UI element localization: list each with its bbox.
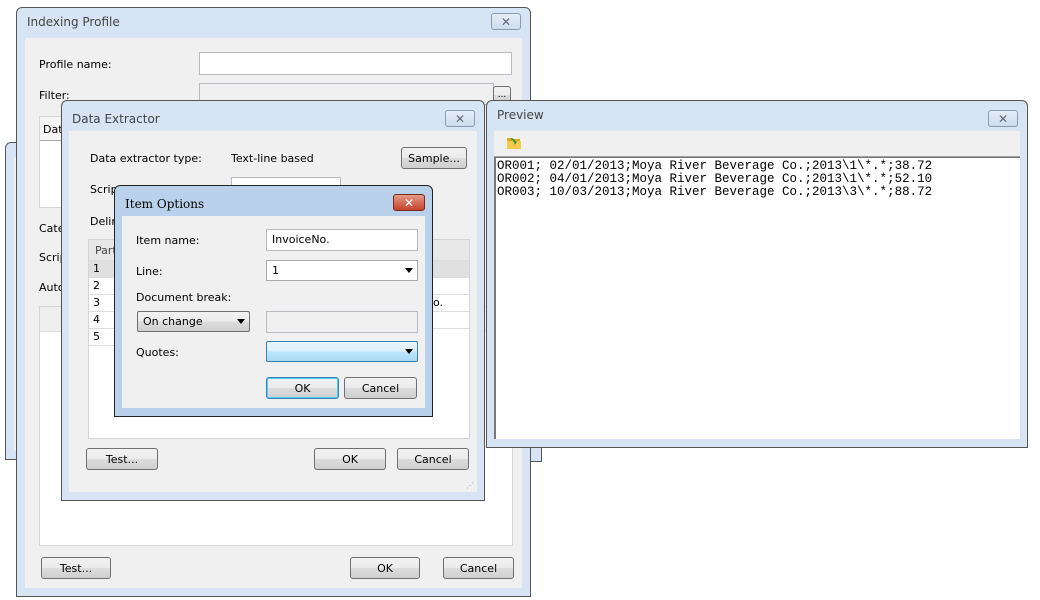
row-number: 2 [93,279,100,292]
line-label: Line: [136,265,163,278]
row-cell-text: o. [432,296,443,309]
profile-name-input[interactable] [199,52,512,75]
data-extractor-title: Data Extractor [72,112,160,126]
chevron-down-icon [237,319,245,324]
row-number: 1 [93,262,100,275]
preview-toolbar [494,131,1020,157]
document-break-value: On change [143,315,203,328]
indexing-ok-button[interactable]: OK [350,557,420,579]
item-options-cancel-button[interactable]: Cancel [344,377,417,399]
item-name-label: Item name: [136,234,200,247]
preview-line: OR003; 10/03/2013;Moya River Beverage Co… [497,185,933,199]
document-break-label: Document break: [136,291,232,304]
preview-text-area[interactable]: OR001; 02/01/2013;Moya River Beverage Co… [494,157,1020,439]
quotes-select[interactable] [266,341,418,362]
item-options-titlebar[interactable]: Item Options ✕ [115,186,432,216]
item-name-input[interactable]: InvoiceNo. [266,229,418,251]
indexing-test-button[interactable]: Test... [41,557,111,579]
document-break-select[interactable]: On change [137,311,250,332]
extractor-ok-button[interactable]: OK [314,448,386,470]
row-number: 5 [93,330,100,343]
close-icon: ✕ [500,14,512,29]
preview-client: OR001; 02/01/2013;Moya River Beverage Co… [494,131,1020,439]
close-icon: ✕ [997,111,1009,126]
close-icon: ✕ [454,111,466,126]
item-options-client: Item name: InvoiceNo. Line: 1 Document b… [122,216,425,408]
data-extractor-titlebar[interactable]: Data Extractor ✕ [62,101,484,131]
preview-close-button[interactable]: ✕ [988,110,1018,127]
open-folder-icon[interactable] [506,136,522,149]
document-break-text-input[interactable] [266,311,418,333]
extractor-cancel-button[interactable]: Cancel [397,448,469,470]
indexing-profile-close-button[interactable]: ✕ [491,13,521,30]
close-icon: ✕ [403,195,415,210]
profile-name-label: Profile name: [39,58,112,71]
chevron-down-icon [405,349,413,354]
item-options-ok-button[interactable]: OK [266,377,339,399]
data-extractor-close-button[interactable]: ✕ [445,110,475,127]
line-select[interactable]: 1 [266,260,418,281]
row-number: 3 [93,296,100,309]
indexing-profile-titlebar[interactable]: Indexing Profile ✕ [17,8,530,38]
sample-button[interactable]: Sample... [401,147,467,169]
item-options-close-button[interactable]: ✕ [393,194,425,211]
extractor-type-value: Text-line based [231,152,314,165]
extractor-type-label: Data extractor type: [90,152,202,165]
quotes-label: Quotes: [136,346,179,359]
chevron-down-icon [405,268,413,273]
list-header-text: Dat [43,123,63,136]
preview-title: Preview [497,108,544,122]
preview-titlebar[interactable]: Preview ✕ [487,101,1027,131]
line-select-value: 1 [272,264,279,277]
extractor-test-button[interactable]: Test... [86,448,158,470]
preview-window: Preview ✕ OR001; 02/01/2013;Moya River B… [486,100,1028,448]
item-options-dialog: Item Options ✕ Item name: InvoiceNo. Lin… [114,185,433,417]
indexing-profile-title: Indexing Profile [27,15,120,29]
row-number: 4 [93,313,100,326]
indexing-cancel-button[interactable]: Cancel [443,557,514,579]
resize-grip-icon[interactable]: ⋰ [466,481,474,490]
item-options-title: Item Options [125,197,205,211]
